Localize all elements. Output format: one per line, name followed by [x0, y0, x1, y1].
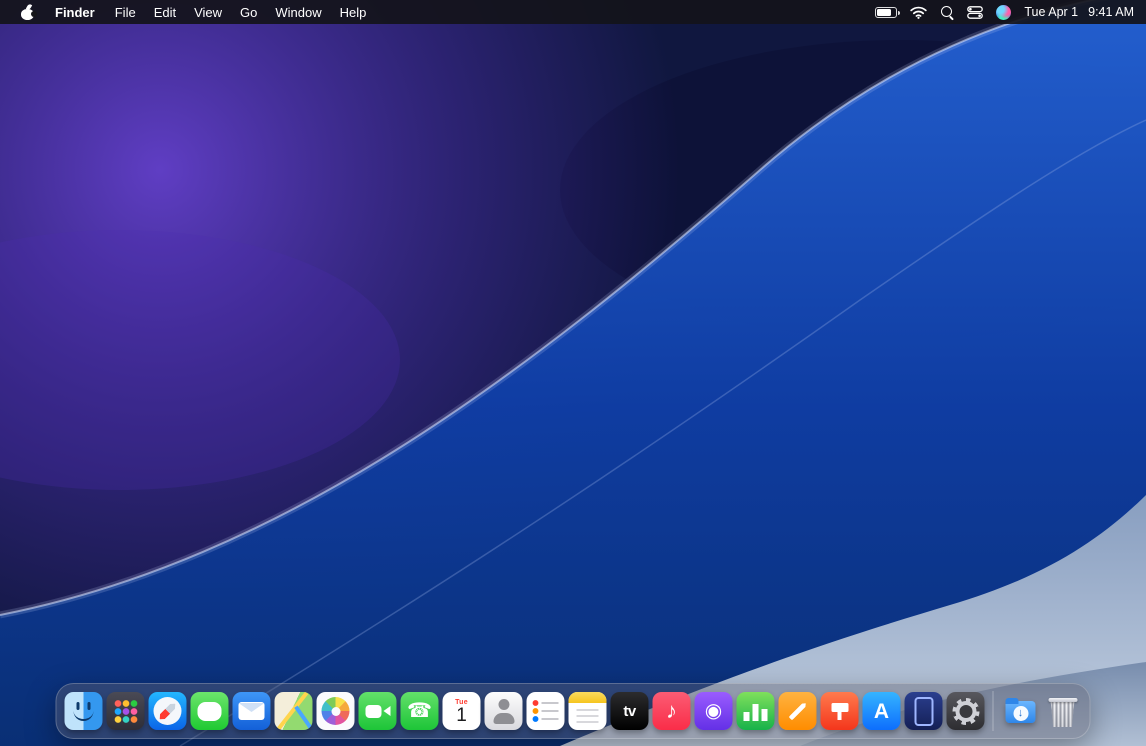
music-glyph: ♪ [666, 700, 677, 722]
menu-window[interactable]: Window [266, 5, 330, 20]
menu-items: FileEditViewGoWindowHelp [106, 5, 376, 20]
wallpaper-art [0, 0, 1146, 746]
dock-icon-photos[interactable] [317, 692, 355, 730]
siri-icon[interactable] [996, 5, 1011, 20]
podcasts-glyph: ◉ [705, 701, 722, 721]
battery-icon[interactable] [875, 7, 897, 18]
dock-icon-phone[interactable]: ☎ [401, 692, 439, 730]
dock-icon-pages[interactable] [779, 692, 817, 730]
dock-icon-mail[interactable] [233, 692, 271, 730]
tv-glyph: tv [623, 704, 635, 719]
dock-icon-maps[interactable] [275, 692, 313, 730]
dock-icon-facetime[interactable] [359, 692, 397, 730]
menu-view[interactable]: View [185, 5, 231, 20]
menu-edit[interactable]: Edit [145, 5, 185, 20]
dock-icon-iphone-mirroring[interactable] [905, 692, 943, 730]
dock-icon-reminders[interactable] [527, 692, 565, 730]
menu-date: Tue Apr 1 [1024, 5, 1078, 19]
menu-file[interactable]: File [106, 5, 145, 20]
dock-icon-calendar[interactable]: Tue1 [443, 692, 481, 730]
menu-go[interactable]: Go [231, 5, 266, 20]
dock-icon-messages[interactable] [191, 692, 229, 730]
dock-icon-notes[interactable] [569, 692, 607, 730]
dock-icon-finder[interactable] [65, 692, 103, 730]
wifi-icon[interactable] [910, 6, 927, 19]
menu-time: 9:41 AM [1088, 5, 1134, 19]
dock-icon-downloads[interactable]: ↓ [1002, 692, 1040, 730]
menu-bar-right: Tue Apr 1 9:41 AM [875, 0, 1134, 24]
apple-menu[interactable] [12, 0, 44, 24]
dock: ☎ Tue1 tv ♪ ◉ A ↓ [56, 683, 1091, 739]
dock-extras: ↓ [1002, 692, 1082, 730]
menu-bar: Finder FileEditViewGoWindowHelp [0, 0, 1146, 24]
downloads-glyph: ↓ [1013, 706, 1028, 721]
dock-icon-tv[interactable]: tv [611, 692, 649, 730]
dock-icon-music[interactable]: ♪ [653, 692, 691, 730]
dock-icon-podcasts[interactable]: ◉ [695, 692, 733, 730]
calendar-day: 1 [456, 706, 467, 725]
dock-icon-safari[interactable] [149, 692, 187, 730]
dock-icon-launchpad[interactable] [107, 692, 145, 730]
dock-icon-contacts[interactable] [485, 692, 523, 730]
desktop-wallpaper [0, 0, 1146, 746]
dock-apps: ☎ Tue1 tv ♪ ◉ A [65, 692, 985, 730]
dock-icon-settings[interactable] [947, 692, 985, 730]
appstore-glyph: A [874, 701, 889, 722]
dock-icon-trash[interactable] [1044, 692, 1082, 730]
dock-icon-numbers[interactable] [737, 692, 775, 730]
dock-icon-appstore[interactable]: A [863, 692, 901, 730]
phone-glyph: ☎ [407, 701, 432, 721]
menu-bar-left: Finder FileEditViewGoWindowHelp [12, 0, 375, 24]
menu-clock[interactable]: Tue Apr 1 9:41 AM [1024, 5, 1134, 19]
apple-logo-icon [21, 4, 35, 20]
dock-separator [993, 691, 994, 731]
spotlight-search-icon[interactable] [940, 5, 954, 19]
dock-icon-keynote[interactable] [821, 692, 859, 730]
app-menu-finder[interactable]: Finder [46, 0, 104, 24]
menu-help[interactable]: Help [331, 5, 376, 20]
control-center-icon[interactable] [967, 6, 983, 19]
